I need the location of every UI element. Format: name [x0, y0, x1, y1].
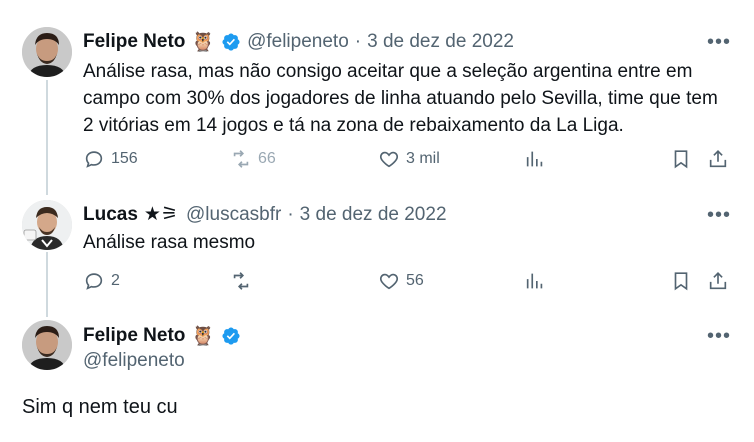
- tweet1-handle[interactable]: @felipeneto: [247, 31, 349, 53]
- tweet2-header: Lucas ★⚞ @luscasbfr · 3 de dez de 2022: [83, 203, 447, 226]
- tweet2-text: Análise rasa mesmo: [83, 232, 256, 253]
- like-count: 56: [406, 272, 424, 289]
- owl-emoji: 🦉: [191, 32, 216, 53]
- tweet2-author-name[interactable]: Lucas: [83, 204, 138, 226]
- tweet1-text: Análise rasa, mas não consigo aceitar qu…: [83, 58, 718, 139]
- avatar-felipe-neto[interactable]: [22, 27, 72, 77]
- tweet2-handle[interactable]: @luscasbfr: [186, 204, 281, 226]
- retweet-button[interactable]: 66: [230, 148, 276, 170]
- bookmark-button[interactable]: [670, 270, 692, 292]
- tweet2-date[interactable]: 3 de dez de 2022: [300, 204, 447, 226]
- avatar-lucas[interactable]: [22, 200, 72, 250]
- tweet1-header: Felipe Neto 🦉 @felipeneto · 3 de dez de …: [83, 30, 514, 54]
- reply-count: 156: [111, 150, 138, 167]
- bookmark-button[interactable]: [670, 148, 692, 170]
- bookmark-icon: [670, 148, 692, 170]
- views-icon: [524, 148, 546, 170]
- share-button[interactable]: [707, 270, 729, 292]
- avatar-felipe-neto[interactable]: [22, 320, 72, 370]
- tweet3-author-name[interactable]: Felipe Neto: [83, 325, 185, 347]
- tweet1-text-line: 2 vitórias em 14 jogos e tá na zona de r…: [83, 115, 624, 136]
- reply-icon: [83, 148, 105, 170]
- tweet3-handle[interactable]: @felipeneto: [83, 350, 185, 372]
- share-icon: [707, 148, 729, 170]
- tweet1-text-line: Análise rasa, mas não consigo aceitar qu…: [83, 61, 693, 82]
- more-icon[interactable]: •••: [707, 326, 731, 346]
- like-count: 3 mil: [406, 150, 440, 167]
- like-icon: [378, 270, 400, 292]
- like-button[interactable]: 56: [378, 270, 424, 292]
- share-button[interactable]: [707, 148, 729, 170]
- retweet-icon: [230, 270, 252, 292]
- views-icon: [524, 270, 546, 292]
- tweet3-text: Sim q nem teu cu: [22, 396, 178, 418]
- owl-emoji: 🦉: [191, 326, 216, 347]
- reply-icon: [83, 270, 105, 292]
- retweet-button[interactable]: [230, 270, 252, 292]
- like-button[interactable]: 3 mil: [378, 148, 440, 170]
- more-icon[interactable]: •••: [707, 32, 731, 52]
- share-icon: [707, 270, 729, 292]
- reply-button[interactable]: 2: [83, 270, 120, 292]
- separator-dot: ·: [354, 31, 362, 52]
- thread-line-1: [46, 80, 48, 195]
- verified-badge-icon: [221, 326, 241, 346]
- bookmark-icon: [670, 270, 692, 292]
- star-emoji: ★⚞: [143, 204, 178, 225]
- tweet1-text-line: campo com 30% dos jogadores de linha atu…: [83, 88, 718, 109]
- reply-count: 2: [111, 272, 120, 289]
- more-icon[interactable]: •••: [707, 205, 731, 225]
- tweet3-header: Felipe Neto 🦉: [83, 324, 241, 348]
- retweet-count: 66: [258, 150, 276, 167]
- verified-badge-icon: [221, 32, 241, 52]
- separator-dot: ·: [287, 203, 294, 225]
- thread-line-2: [46, 252, 48, 317]
- tweet1-date[interactable]: 3 de dez de 2022: [367, 31, 514, 53]
- like-icon: [378, 148, 400, 170]
- tweet3-handle-row: @felipeneto: [83, 350, 185, 372]
- views-button[interactable]: [524, 148, 546, 170]
- tweet1-author-name[interactable]: Felipe Neto: [83, 31, 185, 53]
- retweet-icon: [230, 148, 252, 170]
- reply-button[interactable]: 156: [83, 148, 138, 170]
- views-button[interactable]: [524, 270, 546, 292]
